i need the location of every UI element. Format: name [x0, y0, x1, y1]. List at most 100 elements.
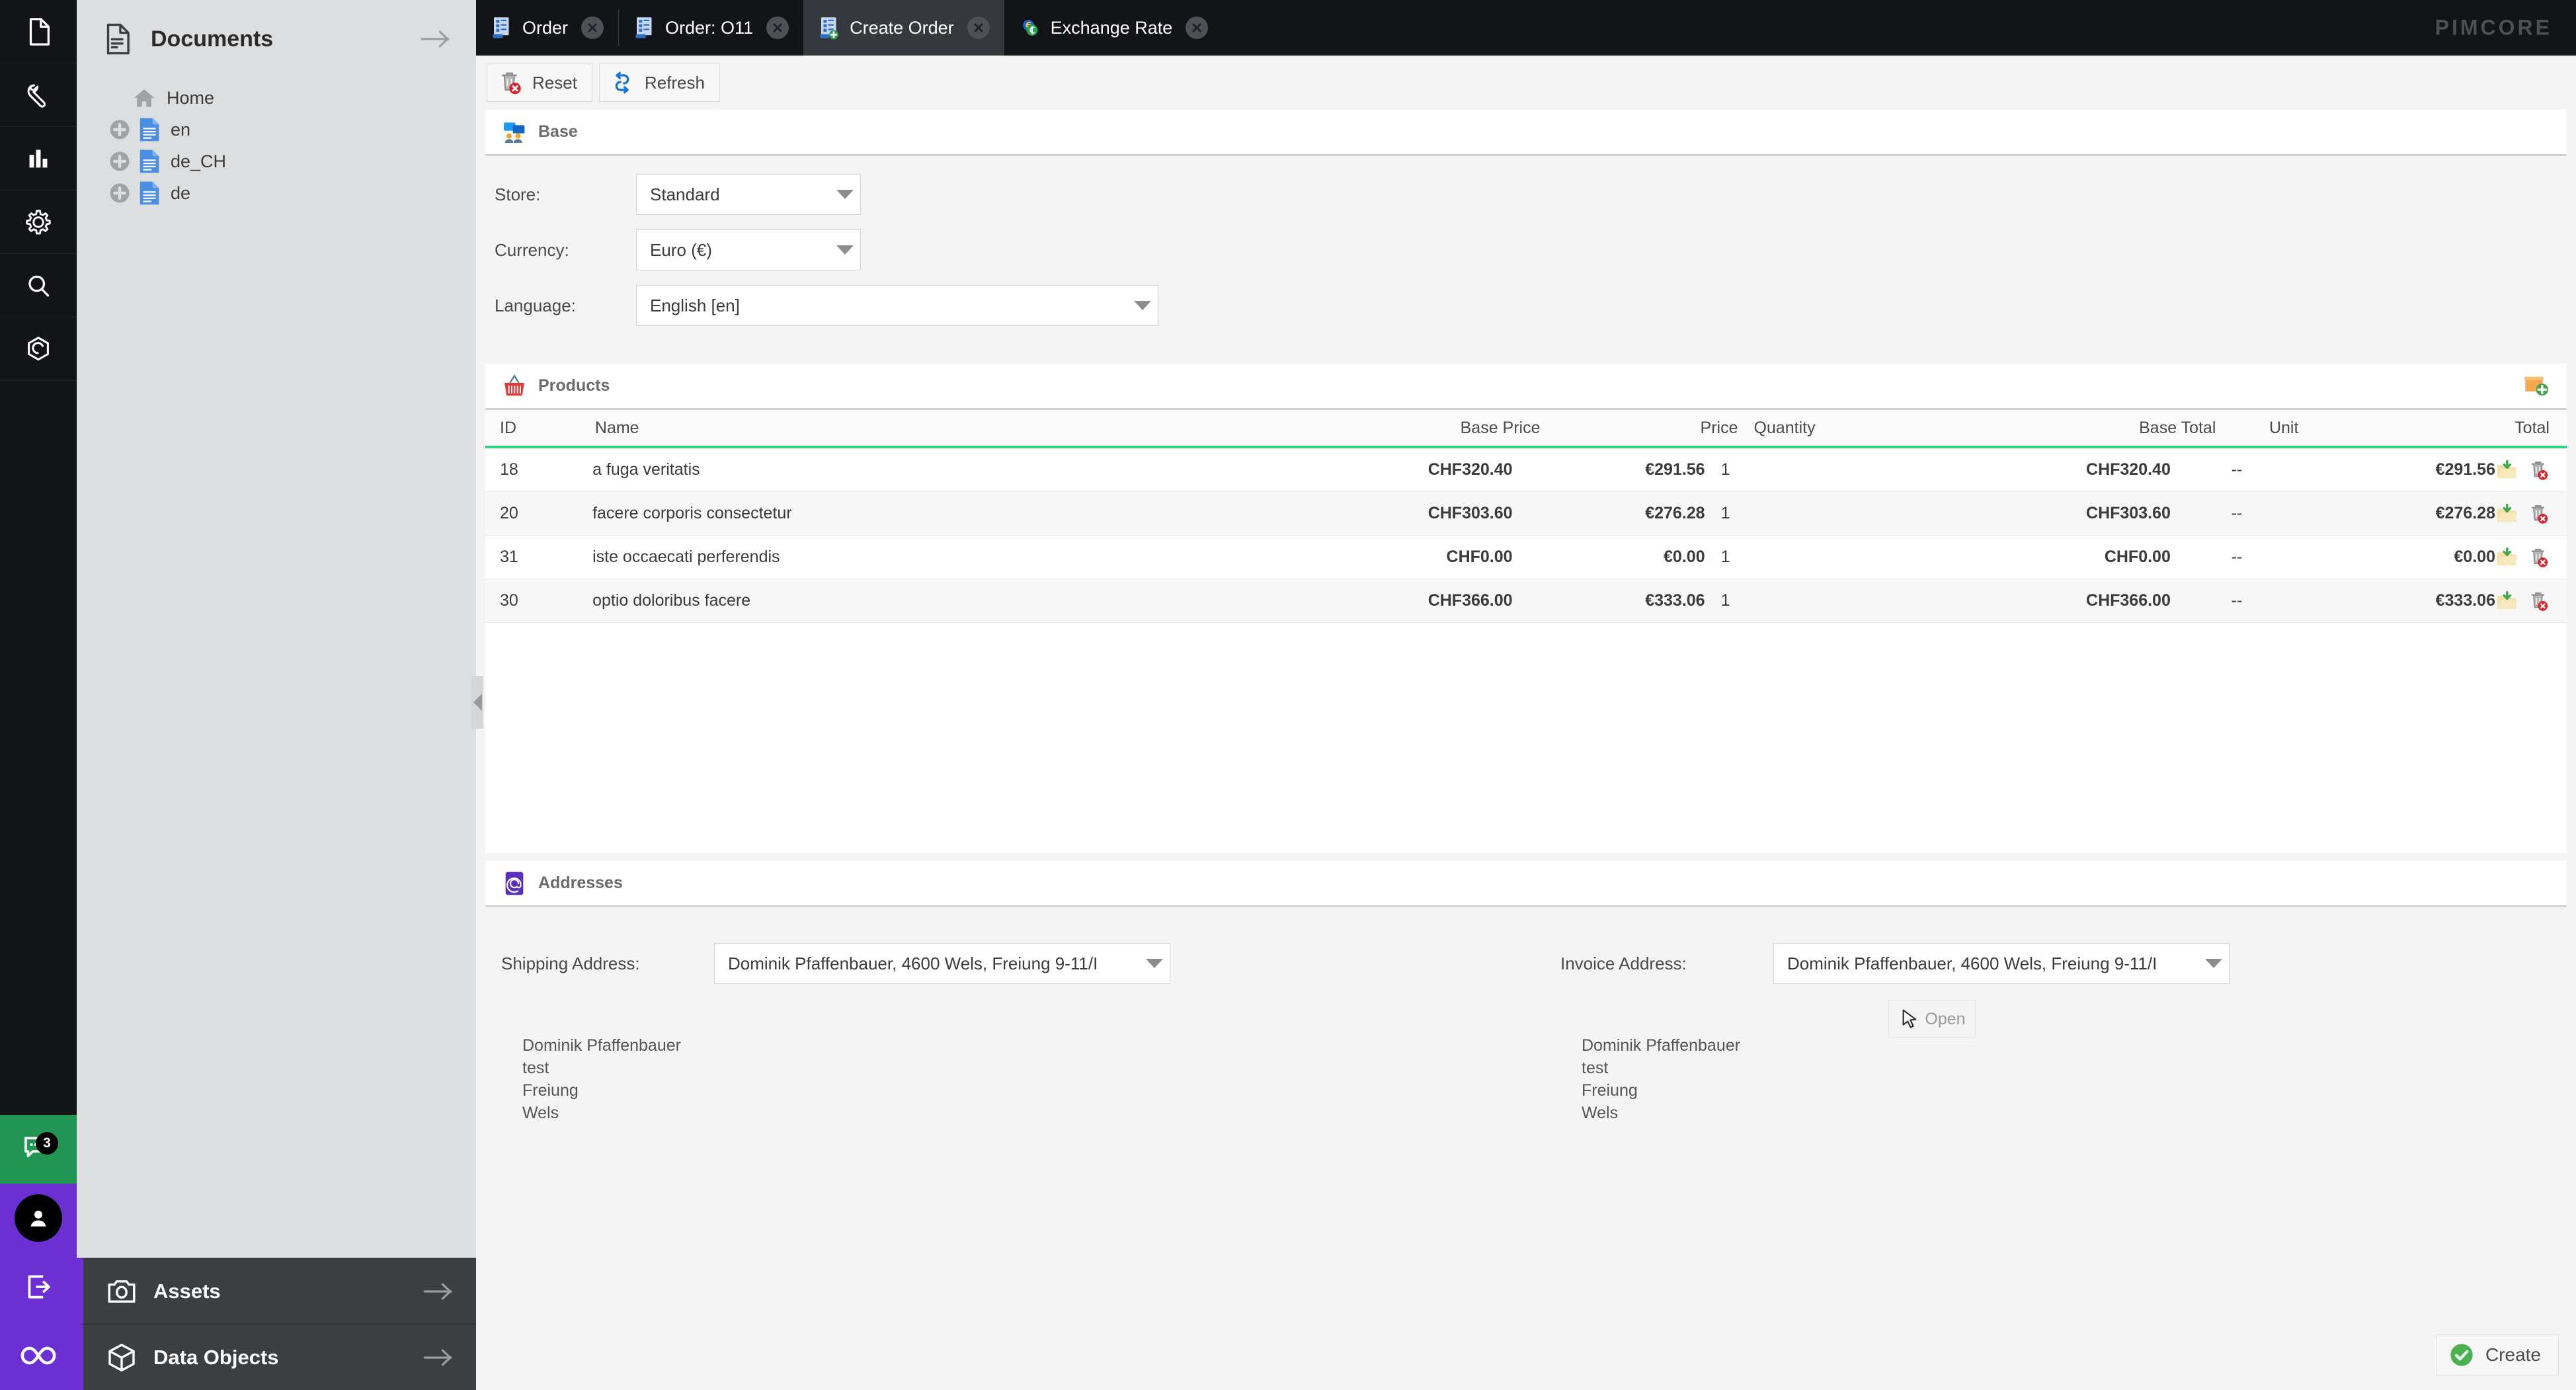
store-select[interactable]: Standard — [636, 174, 861, 215]
document-page-icon — [106, 23, 130, 55]
sidebar-section-data-objects[interactable]: Data Objects — [77, 1324, 476, 1390]
table-row[interactable]: 20 facere corporis consectetur CHF303.60… — [485, 492, 2567, 536]
close-icon[interactable] — [1186, 17, 1209, 39]
arrow-right-icon[interactable] — [422, 1346, 456, 1370]
tree-item-en[interactable]: en — [77, 114, 476, 145]
delete-trash-icon[interactable] — [2527, 503, 2550, 525]
cell-total: €276.28 — [2435, 504, 2495, 522]
footer-bar: Create — [2435, 1334, 2559, 1375]
column-header-base-total[interactable]: Base Total — [1919, 419, 2216, 438]
delete-trash-icon[interactable] — [2527, 590, 2550, 612]
at-sign-icon — [505, 872, 524, 895]
shipping-address-details: Dominik Pfaffenbauer test Freiung Wels — [501, 1034, 1170, 1124]
shipping-address-select[interactable]: Dominik Pfaffenbauer, 4600 Wels, Freiung… — [714, 943, 1170, 984]
cell-price: €291.56 — [1645, 460, 1705, 479]
invoice-address-select[interactable]: Dominik Pfaffenbauer, 4600 Wels, Freiung… — [1773, 943, 2230, 984]
cell-price: €276.28 — [1645, 504, 1705, 522]
products-empty-space — [485, 623, 2567, 853]
create-button[interactable]: Create — [2435, 1334, 2559, 1375]
base-panel-header: Base — [485, 110, 2567, 156]
cell-actions — [2495, 459, 2567, 481]
tab-order-o11[interactable]: Order: O11 — [619, 0, 803, 56]
addresses-panel: Addresses Shipping Address: Dominik Pfaf… — [485, 861, 2567, 1238]
column-header-name[interactable]: Name — [595, 419, 1256, 438]
shipping-address-row: Shipping Address: Dominik Pfaffenbauer, … — [501, 943, 1170, 984]
cell-id: 31 — [500, 548, 518, 566]
close-icon[interactable] — [766, 17, 789, 39]
tab-exchange-rate[interactable]: Exchange Rate — [1004, 0, 1223, 56]
cell-unit: -- — [2231, 548, 2243, 566]
sidebar-item-search[interactable] — [0, 254, 77, 317]
chevron-down-icon — [1146, 959, 1163, 968]
panel-collapse-handle[interactable] — [471, 676, 483, 729]
sidebar-section-assets[interactable]: Assets — [77, 1258, 476, 1324]
tab-create-order[interactable]: Create Order — [803, 0, 1004, 56]
tree-item-home[interactable]: Home — [77, 82, 476, 114]
refresh-button[interactable]: Refresh — [598, 63, 720, 102]
shipping-open-wrapper: Open — [1888, 1000, 1976, 1038]
open-folder-icon[interactable] — [2495, 546, 2518, 569]
sidebar-item-settings[interactable] — [0, 190, 77, 254]
tab-label: Create Order — [850, 17, 954, 38]
table-row[interactable]: 18 a fuga veritatis CHF320.40 €291.56 1 … — [485, 448, 2567, 492]
sidebar-item-tools[interactable] — [0, 63, 77, 127]
currency-select[interactable]: Euro (€) — [636, 229, 861, 270]
tree-item-de-ch[interactable]: de_CH — [77, 145, 476, 177]
logout-button[interactable] — [0, 1252, 77, 1321]
column-header-unit[interactable]: Unit — [2216, 419, 2352, 438]
sidebar-item-documents[interactable] — [0, 0, 77, 63]
cell-unit: -- — [2231, 460, 2243, 479]
column-header-total[interactable]: Total — [2352, 419, 2550, 438]
address-line: Wels — [522, 1104, 559, 1122]
pimcore-home-button[interactable] — [0, 1321, 77, 1390]
user-profile-button[interactable] — [0, 1184, 77, 1252]
table-row[interactable]: 30 optio doloribus facere CHF366.00 €333… — [485, 579, 2567, 623]
cell-base-total: CHF0.00 — [2104, 548, 2171, 566]
column-header-price[interactable]: Price — [1541, 419, 1738, 438]
cell-base-price: CHF0.00 — [1446, 548, 1513, 566]
store-label: Store: — [495, 184, 541, 204]
sidebar-item-marketing[interactable] — [0, 127, 77, 190]
open-folder-icon[interactable] — [2495, 503, 2518, 525]
order-list-icon — [635, 17, 652, 38]
create-label: Create — [2485, 1344, 2541, 1365]
pimcore-infinity-icon — [20, 1346, 56, 1365]
column-header-quantity[interactable]: Quantity — [1738, 419, 1919, 438]
table-row[interactable]: 31 iste occaecati perferendis CHF0.00 €0… — [485, 536, 2567, 579]
brand-text: PIMCORE — [2435, 15, 2552, 40]
tab-label: Order — [522, 17, 569, 38]
currency-label: Currency: — [495, 239, 569, 260]
expand-plus-icon[interactable] — [108, 118, 131, 141]
open-folder-icon[interactable] — [2495, 590, 2518, 612]
notifications-button[interactable]: 3 — [0, 1115, 77, 1184]
address-line: test — [1582, 1059, 1609, 1077]
close-icon[interactable] — [581, 17, 604, 39]
cell-actions — [2495, 503, 2567, 525]
arrow-right-icon[interactable] — [419, 27, 454, 51]
language-select[interactable]: English [en] — [636, 285, 1158, 326]
addresses-panel-header: Addresses — [485, 861, 2567, 907]
sidebar-section-label: Assets — [153, 1279, 221, 1303]
shipping-open-button[interactable]: Open — [1888, 1000, 1976, 1038]
cell-price: €0.00 — [1664, 548, 1705, 566]
panel-title: Products — [538, 376, 610, 395]
delete-trash-icon[interactable] — [2527, 546, 2550, 569]
close-icon[interactable] — [967, 17, 990, 39]
tab-order[interactable]: Order — [476, 0, 618, 56]
arrow-right-icon[interactable] — [422, 1280, 456, 1303]
tree-item-de[interactable]: de — [77, 177, 476, 209]
open-folder-icon[interactable] — [2495, 459, 2518, 481]
expand-plus-icon[interactable] — [108, 182, 131, 204]
panel-title: Addresses — [538, 874, 623, 892]
add-product-button[interactable] — [2522, 370, 2550, 401]
column-header-id[interactable]: ID — [485, 419, 595, 438]
cell-quantity: 1 — [1720, 504, 1730, 522]
column-header-base-price[interactable]: Base Price — [1256, 419, 1541, 438]
cell-id: 30 — [500, 591, 518, 610]
delete-trash-icon[interactable] — [2527, 459, 2550, 481]
expand-plus-icon[interactable] — [108, 150, 131, 173]
cell-base-price: CHF366.00 — [1428, 591, 1513, 610]
reset-button[interactable]: Reset — [487, 63, 592, 102]
document-blue-icon — [140, 118, 159, 142]
sidebar-item-extensions[interactable] — [0, 317, 77, 381]
